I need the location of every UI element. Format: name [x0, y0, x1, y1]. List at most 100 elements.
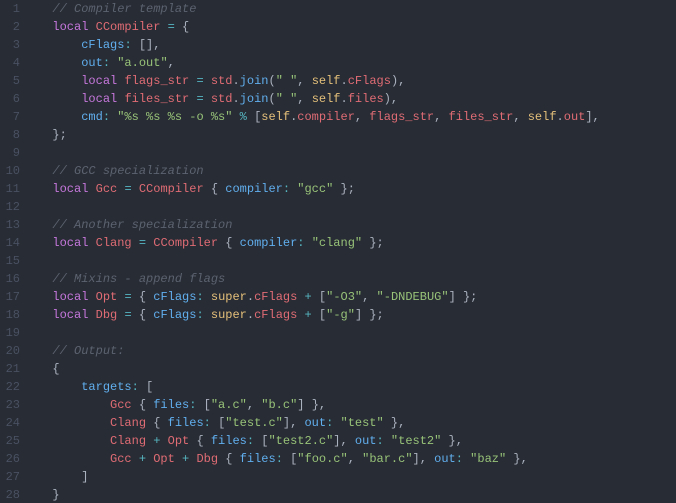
code-line: local Gcc = CCompiler { compiler: "gcc" … [38, 180, 600, 198]
token [312, 308, 319, 322]
token: self [261, 110, 290, 124]
token: . [247, 290, 254, 304]
token: { [139, 308, 146, 322]
token [38, 56, 81, 70]
token: " " [276, 74, 298, 88]
code-line: { [38, 360, 600, 378]
line-number: 13 [0, 216, 20, 234]
code-line: Gcc { files: ["a.c", "b.c"] }, [38, 396, 600, 414]
token: : [377, 434, 384, 448]
line-number: 2 [0, 18, 20, 36]
token: cFlags [348, 74, 391, 88]
token [88, 182, 95, 196]
token [160, 416, 167, 430]
token [204, 290, 211, 304]
token: "a.c" [211, 398, 247, 412]
token: cFlags [254, 308, 297, 322]
code-line: } [38, 486, 600, 503]
token [333, 416, 340, 430]
token [38, 398, 110, 412]
code-line: local Opt = { cFlags: super.cFlags + ["-… [38, 288, 600, 306]
line-number: 23 [0, 396, 20, 414]
line-number: 20 [0, 342, 20, 360]
code-line: }; [38, 126, 600, 144]
token: out [355, 434, 377, 448]
code-line: // GCC specialization [38, 162, 600, 180]
token: self [312, 92, 341, 106]
line-number: 28 [0, 486, 20, 503]
token [196, 398, 203, 412]
token [204, 308, 211, 322]
token [232, 236, 239, 250]
token: " " [276, 92, 298, 106]
line-number: 8 [0, 126, 20, 144]
token: = [124, 182, 131, 196]
token: = [168, 20, 175, 34]
token: }; [369, 236, 383, 250]
token [132, 182, 139, 196]
token: , [297, 74, 311, 88]
token: compiler [225, 182, 283, 196]
token: ] [449, 290, 463, 304]
token [38, 128, 52, 142]
line-number: 25 [0, 432, 20, 450]
line-number: 9 [0, 144, 20, 162]
token: "gcc" [297, 182, 333, 196]
token [38, 272, 52, 286]
code-line: // Output: [38, 342, 600, 360]
token: files [348, 92, 384, 106]
line-number-gutter: 1234567891011121314151617181920212223242… [0, 0, 28, 503]
token [38, 344, 52, 358]
code-line: ] [38, 468, 600, 486]
token: + [305, 308, 312, 322]
code-line [38, 144, 600, 162]
token: { [139, 398, 146, 412]
token: : [124, 38, 131, 52]
token: compiler [297, 110, 355, 124]
token [88, 20, 95, 34]
token: Opt [153, 452, 175, 466]
token [132, 398, 139, 412]
token: "b.c" [261, 398, 297, 412]
token: // Another specialization [52, 218, 232, 232]
token: Clang [110, 416, 146, 430]
token [38, 92, 81, 106]
token: { [139, 290, 146, 304]
line-number: 21 [0, 360, 20, 378]
token: compiler [240, 236, 298, 250]
code-line: Clang { files: ["test.c"], out: "test" }… [38, 414, 600, 432]
token: cmd [81, 110, 103, 124]
code-line: Gcc + Opt + Dbg { files: ["foo.c", "bar.… [38, 450, 600, 468]
token: cFlags [254, 290, 297, 304]
token: . [557, 110, 564, 124]
token: : [247, 434, 254, 448]
token [441, 434, 448, 448]
token: : [196, 308, 203, 322]
token: ), [384, 92, 398, 106]
token: files [153, 398, 189, 412]
token: = [139, 236, 146, 250]
token: = [124, 308, 131, 322]
token: , [434, 110, 448, 124]
token: CCompiler [96, 20, 161, 34]
token [232, 110, 239, 124]
token: . [341, 74, 348, 88]
token: files [240, 452, 276, 466]
token: }; [369, 308, 383, 322]
token: flags_str [369, 110, 434, 124]
token: . [341, 92, 348, 106]
token [132, 290, 139, 304]
token: }; [52, 128, 66, 142]
token [38, 164, 52, 178]
token: // Compiler template [52, 2, 196, 16]
line-number: 14 [0, 234, 20, 252]
line-number: 19 [0, 324, 20, 342]
token [312, 290, 319, 304]
token: , [247, 398, 261, 412]
token [160, 20, 167, 34]
line-number: 4 [0, 54, 20, 72]
line-number: 7 [0, 108, 20, 126]
token [160, 434, 167, 448]
token: out [304, 416, 326, 430]
code-line: // Mixins - append flags [38, 270, 600, 288]
